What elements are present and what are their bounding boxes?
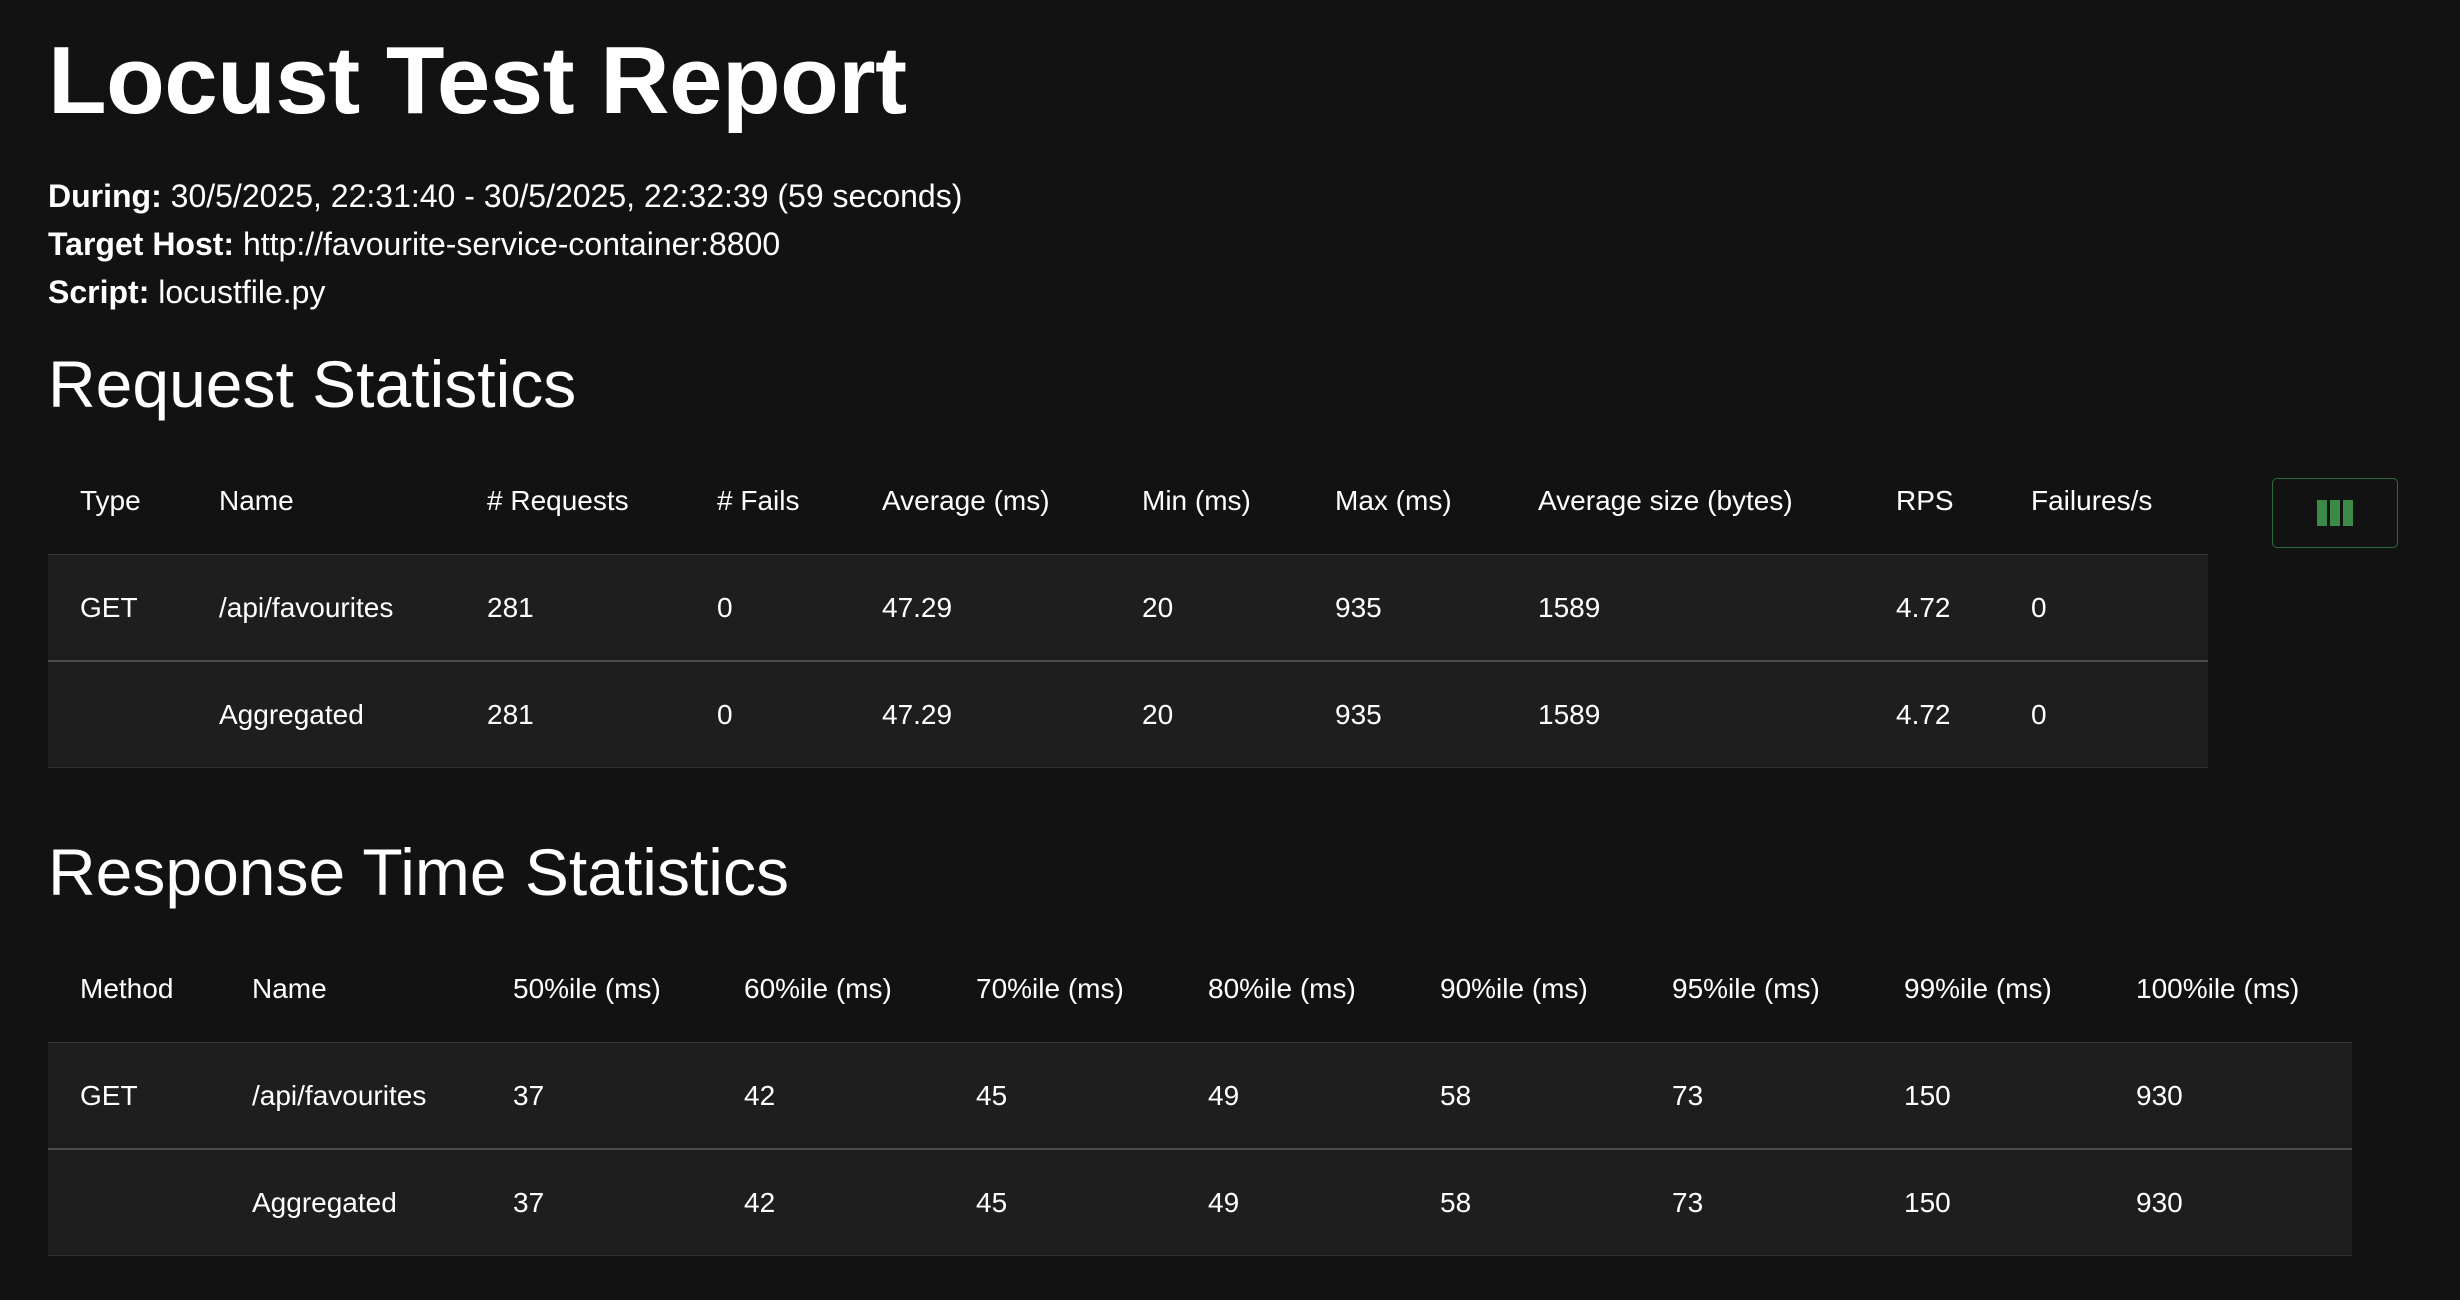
table-cell: 150 bbox=[1872, 1042, 2104, 1150]
table-cell: 1589 bbox=[1506, 661, 1864, 768]
table-cell bbox=[48, 1149, 220, 1256]
table-cell: 150 bbox=[1872, 1149, 2104, 1256]
column-header[interactable]: 80%ile (ms) bbox=[1176, 936, 1408, 1043]
table-row: GET /api/favourites 37 42 45 49 58 73 15… bbox=[48, 1042, 2352, 1150]
table-cell: 73 bbox=[1640, 1042, 1872, 1150]
table-cell: 45 bbox=[944, 1042, 1176, 1150]
column-header[interactable]: 50%ile (ms) bbox=[481, 936, 712, 1043]
table-row: Aggregated 281 0 47.29 20 935 1589 4.72 … bbox=[48, 661, 2208, 768]
table-cell: Aggregated bbox=[220, 1149, 481, 1256]
table-cell: 281 bbox=[455, 661, 685, 768]
report-meta: During: 30/5/2025, 22:31:40 - 30/5/2025,… bbox=[48, 172, 962, 316]
column-header[interactable]: Name bbox=[220, 936, 481, 1043]
column-header[interactable]: RPS bbox=[1864, 448, 1999, 555]
columns-toggle-button[interactable] bbox=[2272, 478, 2398, 548]
column-header[interactable]: 100%ile (ms) bbox=[2104, 936, 2352, 1043]
table-cell: 42 bbox=[712, 1042, 944, 1150]
column-header[interactable]: Type bbox=[48, 448, 187, 555]
column-header[interactable]: Min (ms) bbox=[1110, 448, 1303, 555]
response-time-statistics-table: Method Name 50%ile (ms) 60%ile (ms) 70%i… bbox=[48, 936, 2352, 1256]
table-cell: 37 bbox=[481, 1149, 712, 1256]
table-cell: GET bbox=[48, 1042, 220, 1150]
column-header[interactable]: Name bbox=[187, 448, 455, 555]
column-header[interactable]: # Fails bbox=[685, 448, 850, 555]
table-cell: 1589 bbox=[1506, 554, 1864, 662]
table-cell: 73 bbox=[1640, 1149, 1872, 1256]
table-cell: 281 bbox=[455, 554, 685, 662]
meta-host-label: Target Host: bbox=[48, 226, 235, 262]
table-cell: 45 bbox=[944, 1149, 1176, 1256]
table-cell: 0 bbox=[1999, 661, 2208, 768]
table-cell: /api/favourites bbox=[220, 1042, 481, 1150]
table-cell: 4.72 bbox=[1864, 661, 1999, 768]
table-cell: 930 bbox=[2104, 1042, 2352, 1150]
response-time-statistics-heading: Response Time Statistics bbox=[48, 835, 789, 909]
meta-during-value: 30/5/2025, 22:31:40 - 30/5/2025, 22:32:3… bbox=[170, 178, 963, 214]
table-cell: 58 bbox=[1408, 1042, 1640, 1150]
table-cell bbox=[48, 661, 187, 768]
table-header-row: Type Name # Requests # Fails Average (ms… bbox=[48, 448, 2208, 555]
table-row: GET /api/favourites 281 0 47.29 20 935 1… bbox=[48, 554, 2208, 662]
column-header[interactable]: Max (ms) bbox=[1303, 448, 1506, 555]
table-cell: 49 bbox=[1176, 1042, 1408, 1150]
table-cell: 20 bbox=[1110, 554, 1303, 662]
column-header[interactable]: Average size (bytes) bbox=[1506, 448, 1864, 555]
meta-during: During: 30/5/2025, 22:31:40 - 30/5/2025,… bbox=[48, 172, 962, 220]
table-cell: 0 bbox=[685, 661, 850, 768]
column-header[interactable]: Failures/s bbox=[1999, 448, 2208, 555]
table-cell: Aggregated bbox=[187, 661, 455, 768]
table-cell: 58 bbox=[1408, 1149, 1640, 1256]
meta-host-value: http://favourite-service-container:8800 bbox=[242, 226, 781, 262]
request-statistics-heading: Request Statistics bbox=[48, 347, 577, 421]
page-title: Locust Test Report bbox=[48, 27, 907, 134]
column-header[interactable]: 90%ile (ms) bbox=[1408, 936, 1640, 1043]
meta-script-value: locustfile.py bbox=[158, 274, 326, 310]
table-cell: 935 bbox=[1303, 554, 1506, 662]
column-header[interactable]: Average (ms) bbox=[850, 448, 1110, 555]
column-header[interactable]: 99%ile (ms) bbox=[1872, 936, 2104, 1043]
meta-script: Script: locustfile.py bbox=[48, 268, 962, 316]
table-header-row: Method Name 50%ile (ms) 60%ile (ms) 70%i… bbox=[48, 936, 2352, 1043]
table-cell: 0 bbox=[1999, 554, 2208, 662]
table-cell: GET bbox=[48, 554, 187, 662]
table-cell: 20 bbox=[1110, 661, 1303, 768]
table-row: Aggregated 37 42 45 49 58 73 150 930 bbox=[48, 1149, 2352, 1256]
meta-script-label: Script: bbox=[48, 274, 150, 310]
table-cell: 42 bbox=[712, 1149, 944, 1256]
column-header[interactable]: 95%ile (ms) bbox=[1640, 936, 1872, 1043]
table-cell: /api/favourites bbox=[187, 554, 455, 662]
table-cell: 37 bbox=[481, 1042, 712, 1150]
column-header[interactable]: # Requests bbox=[455, 448, 685, 555]
table-cell: 4.72 bbox=[1864, 554, 1999, 662]
column-header[interactable]: Method bbox=[48, 936, 220, 1043]
column-header[interactable]: 60%ile (ms) bbox=[712, 936, 944, 1043]
meta-during-label: During: bbox=[48, 178, 162, 214]
table-cell: 47.29 bbox=[850, 661, 1110, 768]
request-statistics-table: Type Name # Requests # Fails Average (ms… bbox=[48, 448, 2208, 768]
table-cell: 0 bbox=[685, 554, 850, 662]
table-cell: 49 bbox=[1176, 1149, 1408, 1256]
view-columns-icon bbox=[2317, 500, 2353, 526]
table-cell: 930 bbox=[2104, 1149, 2352, 1256]
table-cell: 47.29 bbox=[850, 554, 1110, 662]
meta-target-host: Target Host: http://favourite-service-co… bbox=[48, 220, 962, 268]
column-header[interactable]: 70%ile (ms) bbox=[944, 936, 1176, 1043]
table-cell: 935 bbox=[1303, 661, 1506, 768]
